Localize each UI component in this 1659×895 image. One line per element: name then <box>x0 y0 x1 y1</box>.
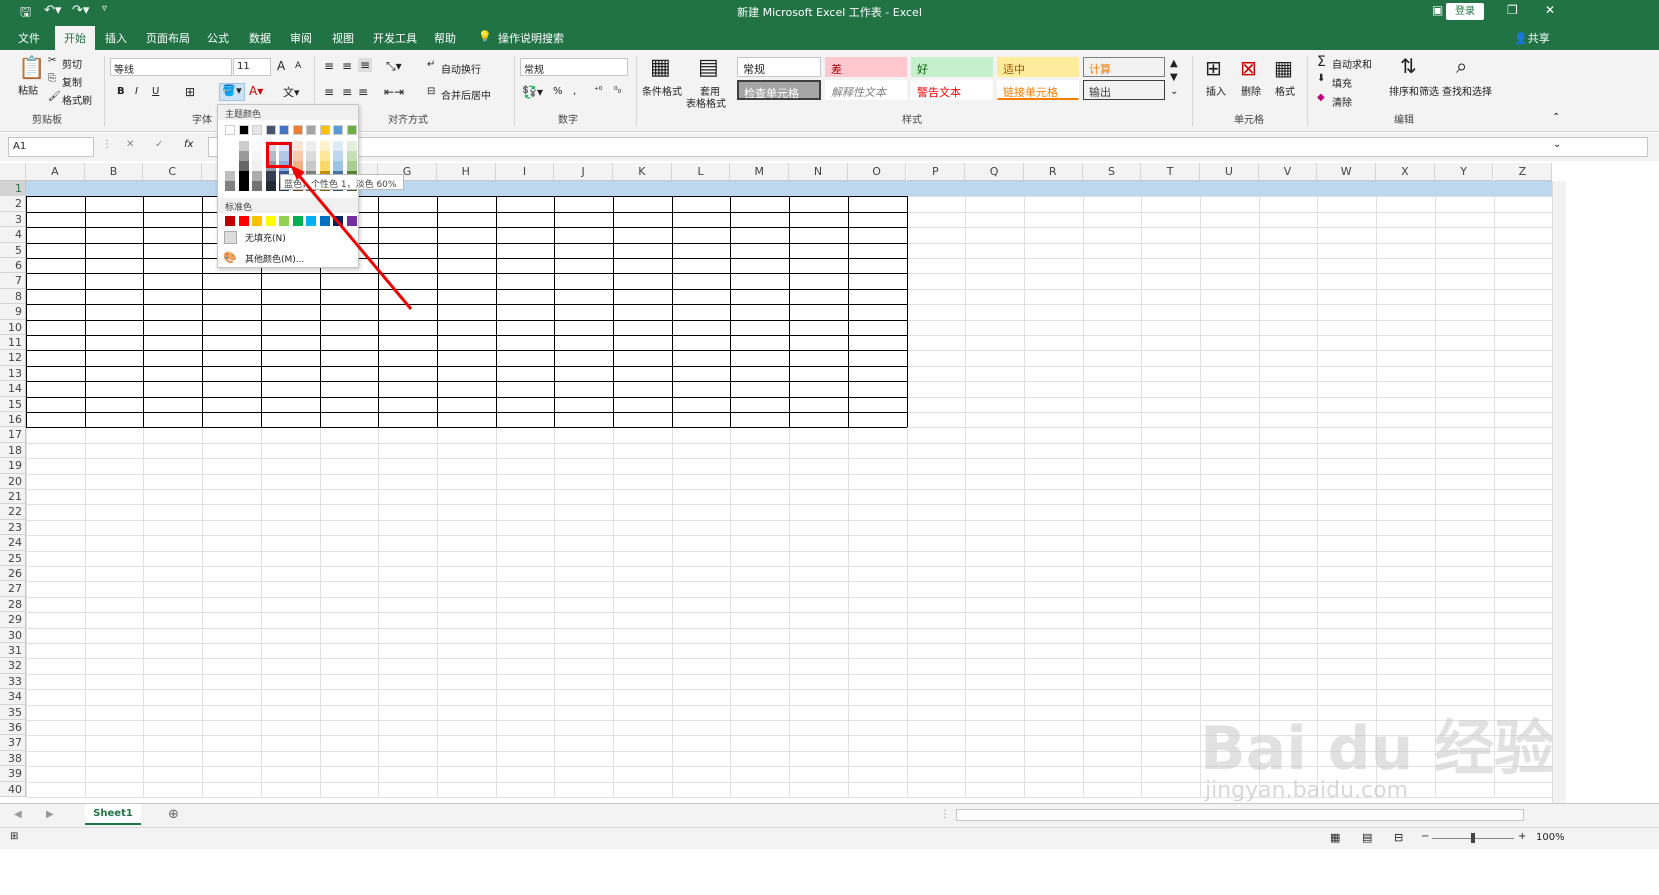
zoom-slider-thumb[interactable] <box>1471 833 1475 843</box>
next-sheet-icon[interactable]: ▶ <box>46 809 54 820</box>
prev-sheet-icon[interactable]: ◀ <box>14 809 22 820</box>
zoom-in-icon[interactable]: + <box>1518 831 1526 842</box>
macro-record-icon[interactable]: ⊞ <box>10 831 18 842</box>
sheet-tab-sheet1[interactable]: Sheet1 <box>85 804 141 825</box>
status-bar: ⊞ ▦ ▤ ⊟ − + 100% <box>0 827 1659 849</box>
baidu-watermark-url: jingyan.baidu.com <box>1205 778 1409 803</box>
baidu-watermark: Bai du 经验 <box>1200 714 1555 784</box>
split-grip-icon[interactable]: ⋮ <box>940 809 950 820</box>
vertical-scrollbar[interactable] <box>1552 181 1566 803</box>
page-layout-view-icon[interactable]: ▤ <box>1362 831 1372 844</box>
zoom-level[interactable]: 100% <box>1536 832 1565 843</box>
horizontal-scrollbar[interactable] <box>956 809 1524 821</box>
add-sheet-icon[interactable]: ⊕ <box>168 807 179 822</box>
page-break-view-icon[interactable]: ⊟ <box>1394 831 1403 844</box>
sheet-tab-bar: ◀ ▶ Sheet1 ⊕ ⋮ <box>0 803 1659 827</box>
zoom-out-icon[interactable]: − <box>1421 831 1429 842</box>
normal-view-icon[interactable]: ▦ <box>1330 831 1340 844</box>
